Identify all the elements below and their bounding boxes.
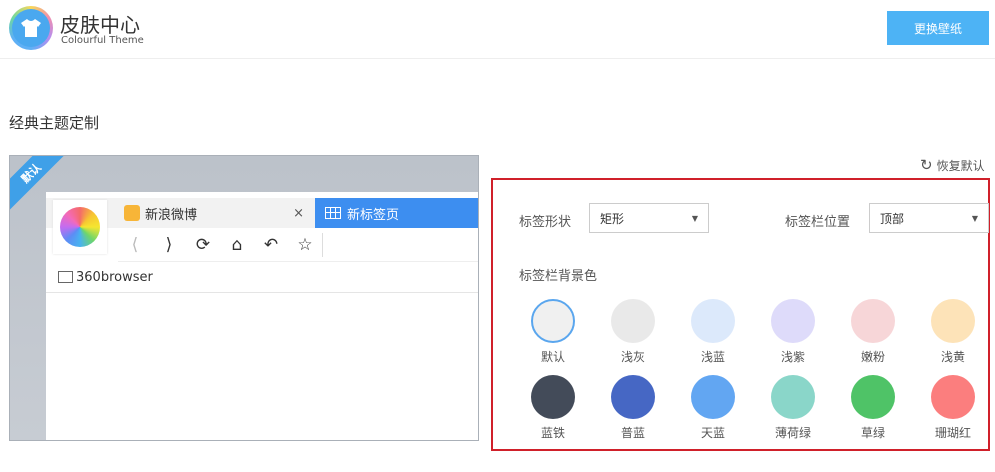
color-label: 嫩粉 <box>860 350 885 364</box>
color-label: 珊瑚红 <box>934 426 971 440</box>
color-circle[interactable] <box>771 299 815 343</box>
preview-bookmark-bar: 360browser <box>46 262 478 293</box>
color-circle[interactable] <box>611 375 655 419</box>
preview-window: 新浪微博 × 新标签页 ⟨ ⟩ ⟳ ⌂ ↶ ☆ 360browser <box>46 192 478 440</box>
header: 皮肤中心 Colourful Theme 更换壁纸 <box>0 0 995 59</box>
tab-label: 新浪微博 <box>145 207 198 223</box>
color-label: 蓝铁 <box>540 426 565 440</box>
star-icon: ☆ <box>297 234 313 255</box>
settings-panel: 标签形状 矩形 ▼ 标签栏位置 顶部 ▼ 标签栏背景色 默认 浅灰 浅蓝 浅紫 嫩粉 浅黄… <box>491 178 990 451</box>
home-icon: ⌂ <box>231 234 243 255</box>
color-swatch[interactable]: 嫩粉 <box>833 299 913 365</box>
toolbar-divider <box>322 232 323 257</box>
bg-color-label: 标签栏背景色 <box>519 269 598 284</box>
preview-toolbar: ⟨ ⟩ ⟳ ⌂ ↶ ☆ <box>118 228 478 262</box>
color-swatch[interactable]: 浅蓝 <box>673 299 753 365</box>
color-label: 浅紫 <box>780 350 805 364</box>
chevron-down-icon: ▼ <box>971 213 978 223</box>
color-circle[interactable] <box>931 299 975 343</box>
page-title: 皮肤中心 <box>60 13 140 37</box>
bookmark-label: 360browser <box>76 269 153 285</box>
weibo-icon <box>124 205 140 221</box>
color-label: 天蓝 <box>700 426 725 440</box>
color-swatch[interactable]: 薄荷绿 <box>753 375 833 441</box>
restore-icon: ↻ <box>920 156 933 174</box>
color-swatch[interactable]: 珊瑚红 <box>913 375 993 441</box>
color-circle[interactable] <box>851 299 895 343</box>
color-swatch[interactable]: 浅紫 <box>753 299 833 365</box>
color-circle[interactable] <box>531 375 575 419</box>
color-swatch[interactable]: 浅黄 <box>913 299 993 365</box>
undo-icon: ↶ <box>263 234 279 255</box>
color-label: 草绿 <box>860 426 885 440</box>
color-circle[interactable] <box>931 375 975 419</box>
tab-shape-select[interactable]: 矩形 ▼ <box>589 203 709 233</box>
folder-icon <box>58 271 73 283</box>
section-title: 经典主题定制 <box>9 114 100 132</box>
preview-tab-newtab: 新标签页 <box>315 198 478 228</box>
forward-icon: ⟩ <box>165 234 173 255</box>
color-label: 薄荷绿 <box>774 426 811 440</box>
color-circle[interactable] <box>771 375 815 419</box>
color-label: 浅蓝 <box>700 350 725 364</box>
color-swatch[interactable]: 浅灰 <box>593 299 673 365</box>
tab-shape-label: 标签形状 <box>519 215 572 230</box>
skin-center-logo <box>9 6 53 50</box>
color-label: 默认 <box>540 350 565 364</box>
grid-icon <box>325 207 341 219</box>
tshirt-icon <box>21 19 41 37</box>
color-circle[interactable] <box>691 375 735 419</box>
close-icon: × <box>293 205 304 221</box>
theme-preview: 新浪微博 × 新标签页 ⟨ ⟩ ⟳ ⌂ ↶ ☆ 360browser 默认 <box>9 155 479 441</box>
restore-default-button[interactable]: ↻ 恢复默认 <box>920 156 985 174</box>
color-circle[interactable] <box>691 299 735 343</box>
restore-label: 恢复默认 <box>936 158 985 173</box>
color-swatch[interactable]: 蓝铁 <box>513 375 593 441</box>
select-value: 顶部 <box>880 211 905 226</box>
color-circle[interactable] <box>611 299 655 343</box>
chevron-down-icon: ▼ <box>691 213 698 223</box>
page-subtitle: Colourful Theme <box>61 35 144 46</box>
tab-position-label: 标签栏位置 <box>785 215 851 230</box>
color-swatch[interactable]: 天蓝 <box>673 375 753 441</box>
color-label: 浅黄 <box>940 350 965 364</box>
change-wallpaper-button[interactable]: 更换壁纸 <box>887 11 989 45</box>
browser-logo-icon <box>53 200 107 254</box>
color-circle[interactable] <box>531 299 575 343</box>
back-icon: ⟨ <box>131 234 139 255</box>
color-swatch[interactable]: 普蓝 <box>593 375 673 441</box>
preview-tab-weibo: 新浪微博 × <box>124 198 310 228</box>
select-value: 矩形 <box>600 211 625 226</box>
refresh-icon: ⟳ <box>195 234 211 255</box>
color-circle[interactable] <box>851 375 895 419</box>
color-swatch[interactable]: 默认 <box>513 299 593 365</box>
tab-position-select[interactable]: 顶部 ▼ <box>869 203 989 233</box>
color-label: 浅灰 <box>620 350 645 364</box>
color-swatch[interactable]: 草绿 <box>833 375 913 441</box>
tab-label: 新标签页 <box>347 207 400 223</box>
color-label: 普蓝 <box>620 426 645 440</box>
